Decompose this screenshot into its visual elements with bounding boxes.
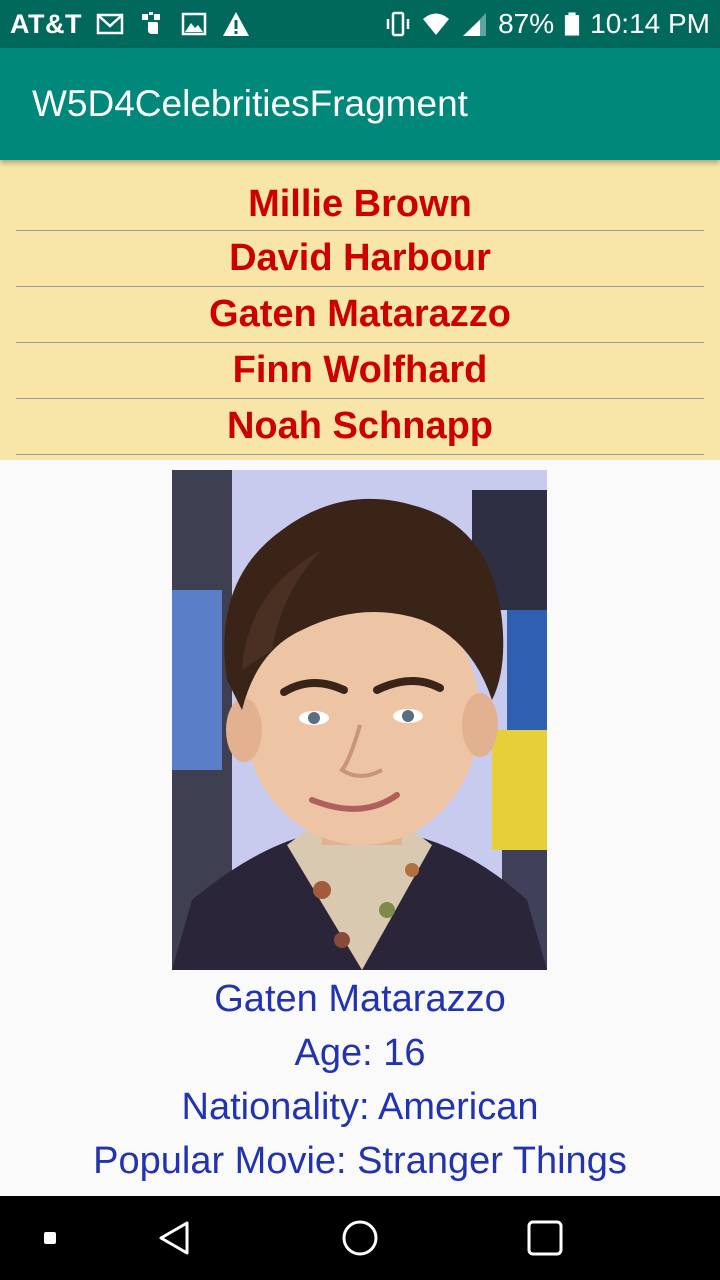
detail-age: Age: 16 [294, 1032, 426, 1074]
list-item[interactable]: Gaten Matarazzo [16, 287, 704, 343]
home-icon[interactable] [325, 1196, 395, 1280]
detail-name: Gaten Matarazzo [214, 978, 506, 1020]
app-title: W5D4CelebritiesFragment [32, 83, 468, 124]
image-icon [181, 12, 207, 36]
battery-percent: 87% [498, 8, 555, 39]
battery-icon [565, 12, 580, 36]
carrier-label: AT&T [10, 8, 82, 39]
app-bar: W5D4CelebritiesFragment [0, 48, 720, 160]
list-item[interactable]: Finn Wolfhard [16, 343, 704, 399]
celebrity-list[interactable]: Millie Brown David Harbour Gaten Mataraz… [0, 160, 720, 460]
detail-nationality: Nationality: American [181, 1086, 539, 1128]
clock: 10:14 PM [590, 8, 710, 39]
overview-icon[interactable] [510, 1196, 580, 1280]
celebrity-photo [172, 470, 547, 970]
back-icon[interactable] [140, 1196, 210, 1280]
list-item[interactable]: Noah Schnapp [16, 399, 704, 455]
status-right: 87% 10:14 PM [384, 8, 710, 40]
warning-icon [222, 12, 249, 36]
recents-dot-icon[interactable] [30, 1196, 70, 1280]
list-item[interactable]: Millie Brown [16, 160, 704, 231]
detail-popular-movie: Popular Movie: Stranger Things [93, 1140, 627, 1182]
wifi-icon [423, 13, 450, 35]
vibrate-icon [386, 11, 410, 37]
navigation-bar [0, 1196, 720, 1280]
status-left: AT&T [10, 9, 250, 40]
gmail-icon [96, 13, 124, 35]
status-bar: AT&T 87% 10:14 PM [0, 0, 720, 48]
list-item[interactable]: David Harbour [16, 231, 704, 287]
signal-icon [463, 13, 487, 36]
usb-debug-icon [141, 12, 160, 34]
